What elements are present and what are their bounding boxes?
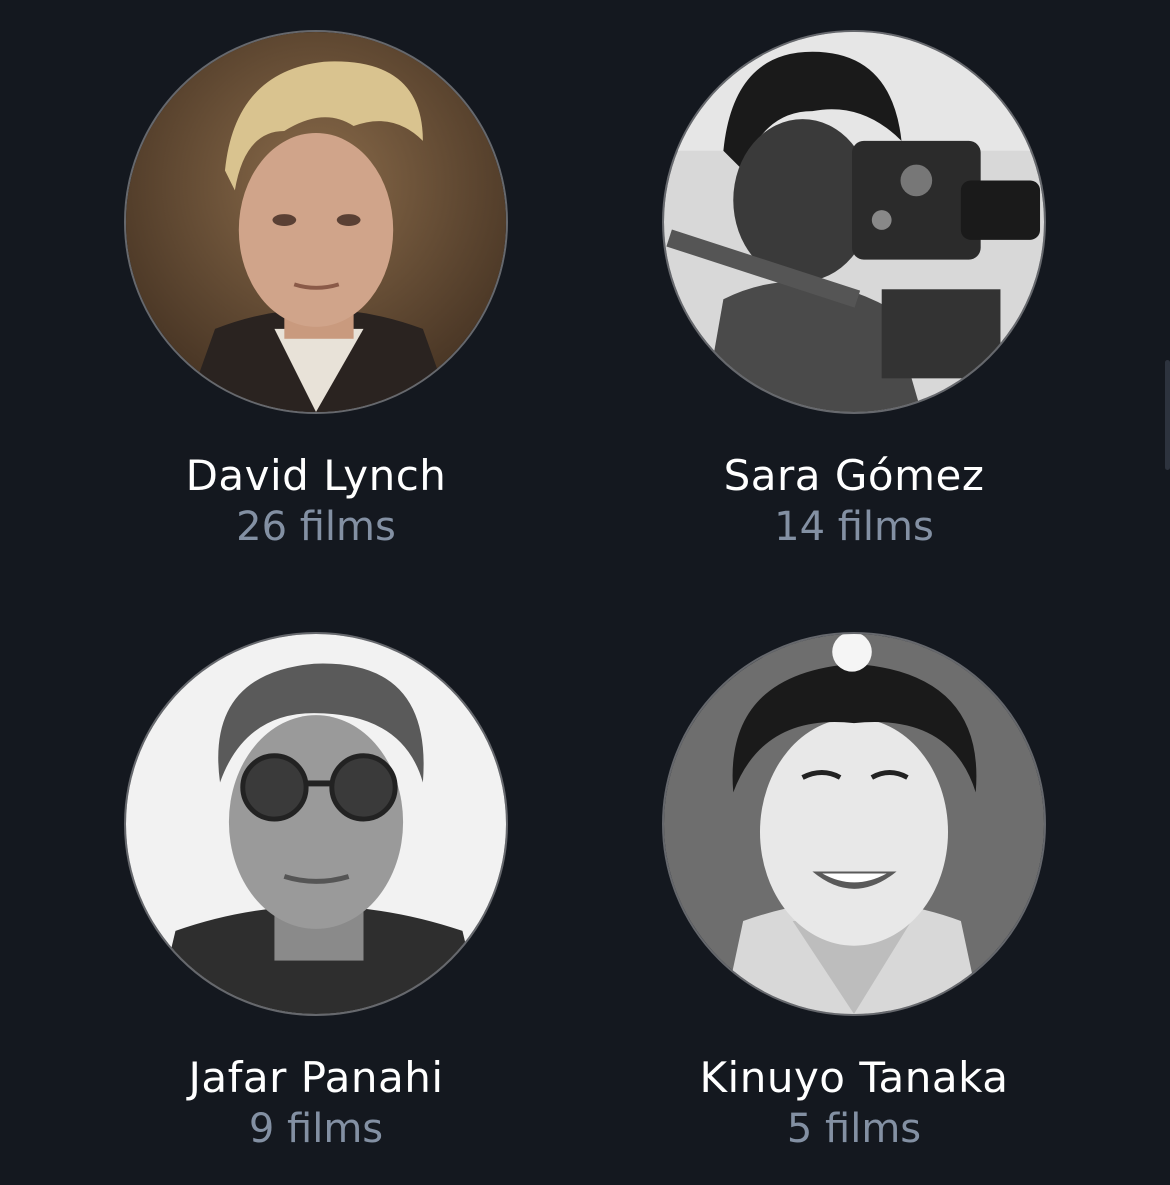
portrait-photo-sara-gomez <box>664 32 1044 412</box>
film-count: 9 films <box>248 1106 384 1152</box>
avatar[interactable] <box>124 632 508 1016</box>
person-card-jafar-panahi[interactable]: Jafar Panahi 9 films <box>121 632 511 1154</box>
person-card-sara-gomez[interactable]: Sara Gómez 14 films <box>659 30 1049 552</box>
film-count: 5 films <box>786 1106 922 1152</box>
portrait-photo-kinuyo-tanaka <box>664 634 1044 1014</box>
film-count: 26 films <box>236 504 396 550</box>
portrait-photo-david-lynch <box>126 32 506 412</box>
avatar[interactable] <box>662 632 1046 1016</box>
avatar[interactable] <box>124 30 508 414</box>
person-name: Jafar Panahi <box>188 1053 444 1102</box>
scrollbar[interactable] <box>1165 360 1170 470</box>
portrait-photo-jafar-panahi <box>126 634 506 1014</box>
film-count: 14 films <box>774 504 934 550</box>
people-grid: David Lynch 26 films Sara Gómez 14 films <box>0 0 1170 1185</box>
person-card-kinuyo-tanaka[interactable]: Kinuyo Tanaka 5 films <box>659 632 1049 1154</box>
person-name: Kinuyo Tanaka <box>699 1053 1009 1102</box>
person-name: David Lynch <box>185 451 447 500</box>
person-card-david-lynch[interactable]: David Lynch 26 films <box>121 30 511 552</box>
avatar[interactable] <box>662 30 1046 414</box>
person-name: Sara Gómez <box>723 451 985 500</box>
